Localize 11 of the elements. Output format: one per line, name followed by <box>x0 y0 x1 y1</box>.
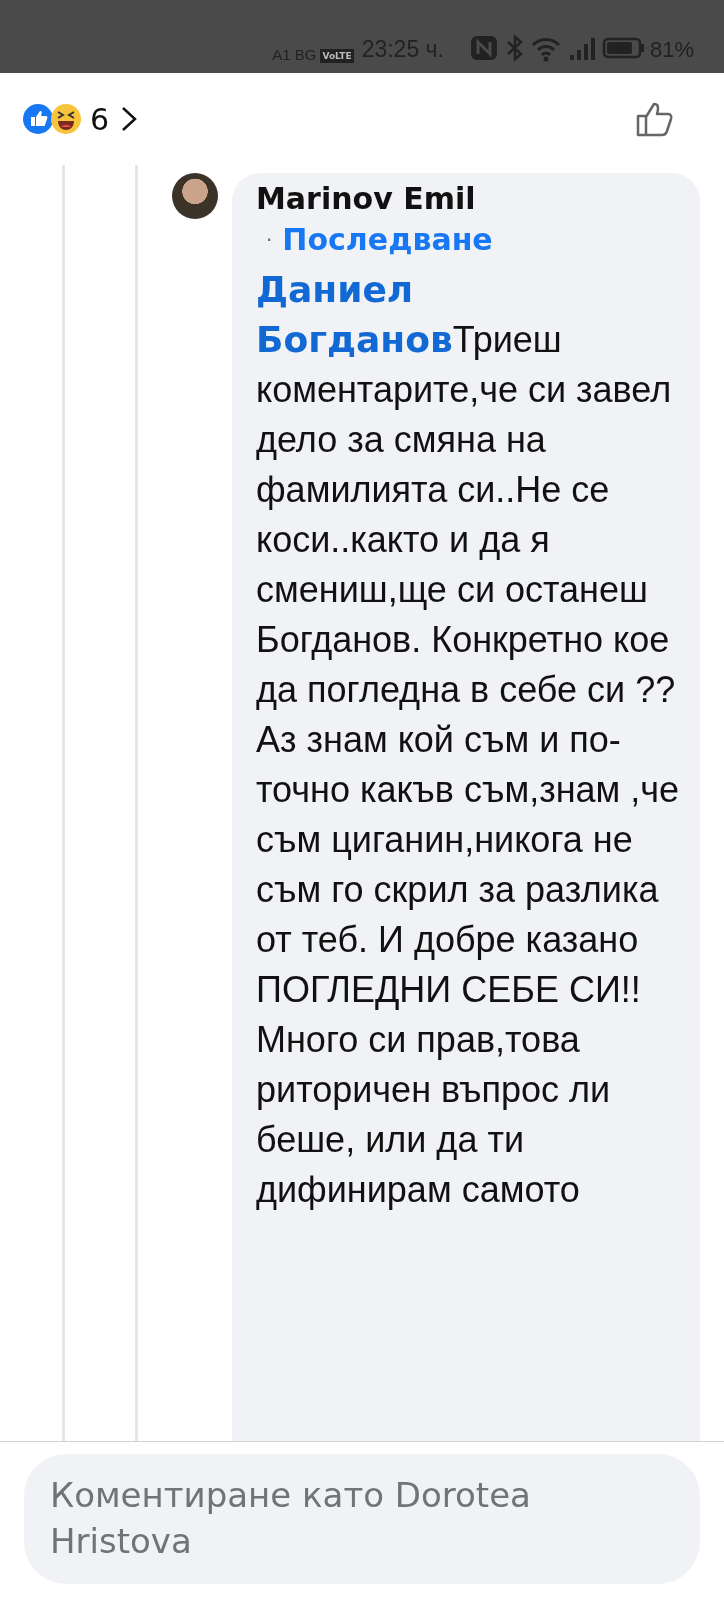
follow-link[interactable]: Последване <box>282 222 493 257</box>
separator-dot: · <box>266 227 273 252</box>
author-name[interactable]: Marinov Emil <box>256 181 686 216</box>
comment-input[interactable]: Коментиране като Dorotea Hristova <box>24 1454 700 1584</box>
mention-link[interactable]: Даниел Богданов <box>256 265 453 365</box>
like-reaction-icon <box>22 103 54 135</box>
network-badge: VoLTE <box>320 49 354 63</box>
avatar[interactable] <box>172 173 218 219</box>
comment-text: Даниел БогдановТриеш коментарите,че си завел дело за смяна на фамилията си..Не се коси..както и да я смениш,ще си останеш Богданов. Конкретно кое да погледна в себе си ?? Аз знам кой съм и по-точно какъв съм,знам ,че съм циганин,никога не съм го скрил за разлика от теб. И добре казано ПОГЛЕДНИ СЕБЕ СИ!! Много си прав,това риторичен въпрос ли беше, или да ти дифинирам самото <box>256 265 686 1215</box>
laugh-reaction-icon <box>50 103 82 135</box>
reaction-count[interactable]: 6 <box>90 101 110 137</box>
